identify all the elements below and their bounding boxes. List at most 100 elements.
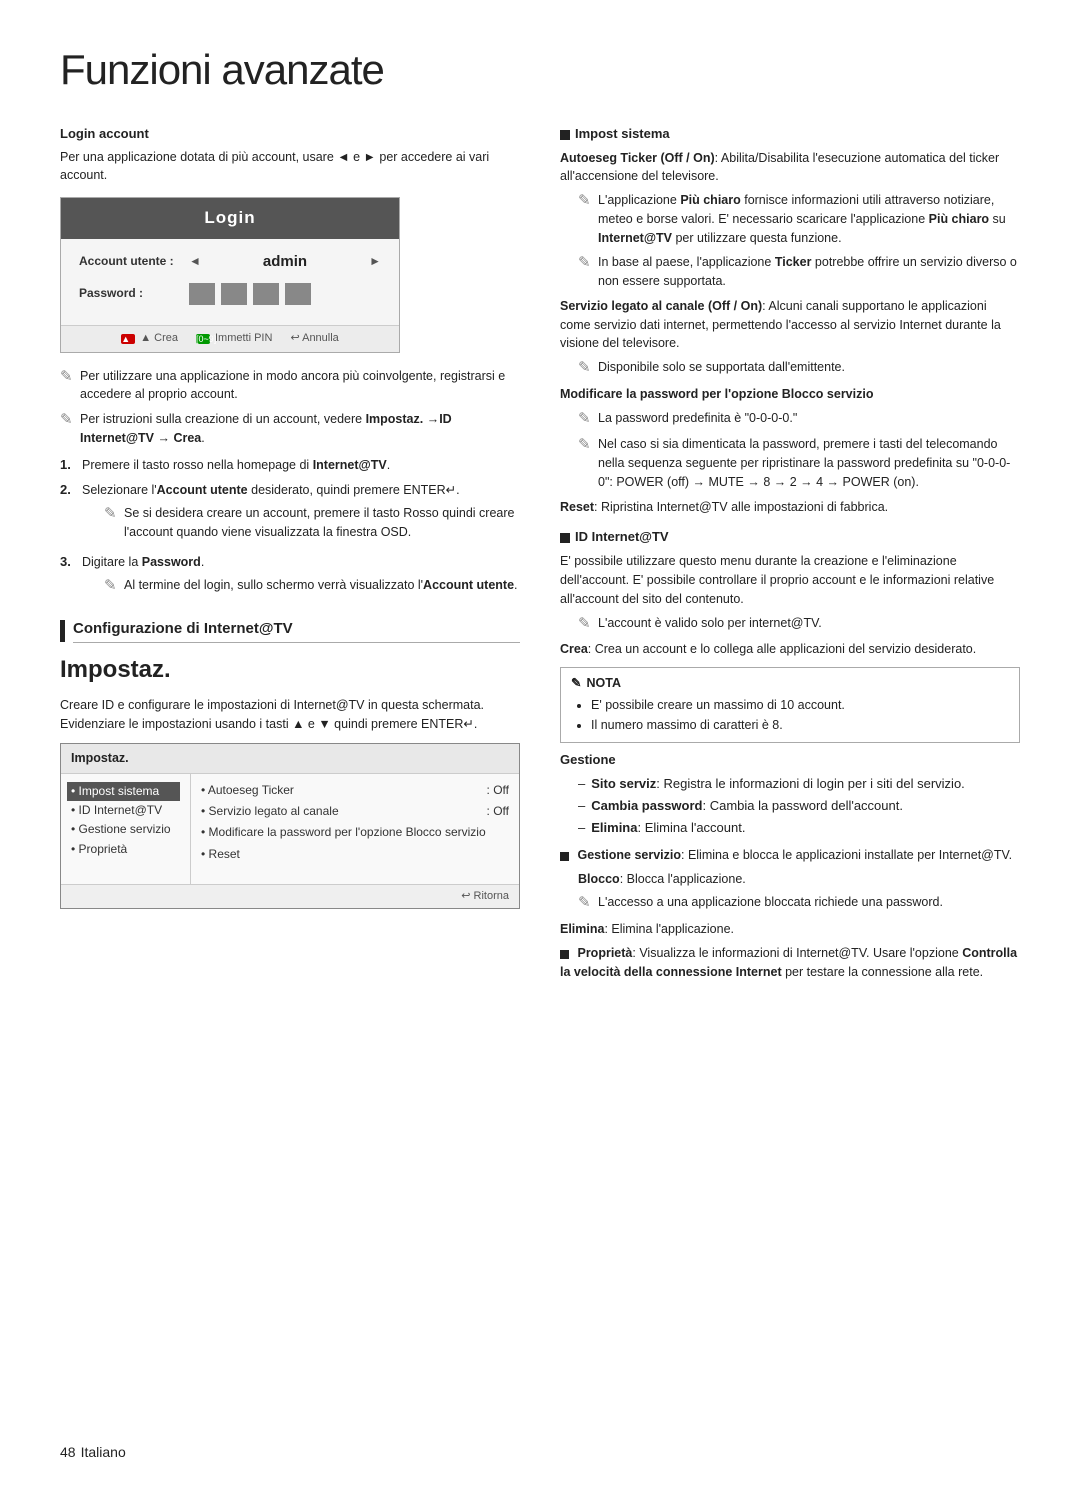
square-bullet-4: [560, 950, 569, 959]
nota-box: ✎ NOTA E' possibile creare un massimo di…: [560, 667, 1020, 743]
login-note-1-text: Per utilizzare una applicazione in modo …: [80, 367, 520, 405]
right-arrow-icon: ►: [369, 253, 381, 270]
nota-list: E' possibile creare un massimo di 10 acc…: [591, 696, 1009, 734]
nota-item-2: Il numero massimo di caratteri è 8.: [591, 716, 1009, 734]
impost-sistema-heading: Impost sistema: [560, 125, 1020, 144]
blocco-note-1: ✎ La password predefinita è "0-0-0-0.": [578, 409, 1020, 430]
blocco-app-note: ✎ L'accesso a una applicazione bloccata …: [578, 893, 1020, 914]
login-box: Login Account utente : ◄ admin ► Passwor…: [60, 197, 400, 352]
impostaz-menu-item-1[interactable]: • Impost sistema: [67, 782, 180, 801]
footer-create: ▲ ▲ Crea: [121, 331, 178, 347]
note-icon-8: ✎: [578, 408, 594, 430]
impostaz-right-item-1: • Autoeseg Ticker: Off: [201, 782, 509, 799]
id-internet-heading: ID Internet@TV: [560, 528, 1020, 547]
note-icon-4: ✎: [104, 575, 120, 597]
autoeseg-ticker-text: Autoeseg Ticker (Off / On): Abilita/Disa…: [560, 149, 1020, 187]
left-arrow-icon: ◄: [189, 253, 201, 270]
impostaz-box: Impostaz. • Impost sistema • ID Internet…: [60, 743, 520, 909]
login-account-row: Account utente : ◄ admin ►: [79, 251, 381, 273]
language-label: Italiano: [81, 1444, 126, 1460]
step-3-sub: ✎ Al termine del login, sullo schermo ve…: [104, 576, 518, 597]
login-account-heading: Login account: [60, 125, 520, 144]
square-bullet-3: [560, 852, 569, 861]
impostaz-menu-item-4[interactable]: • Proprietà: [71, 840, 180, 859]
step-3-content: Digitare la Password. ✎ Al termine del l…: [82, 553, 518, 601]
note-icon-2: ✎: [60, 409, 76, 431]
step-1-num: 1.: [60, 456, 76, 475]
footer-pin: [0~9] Immetti PIN: [196, 331, 272, 347]
impostaz-body: Creare ID e configurare le impostazioni …: [60, 696, 520, 734]
password-box-3: [253, 283, 279, 305]
step-2-num: 2.: [60, 481, 76, 500]
square-bullet-2: [560, 533, 570, 543]
note-icon-3: ✎: [104, 503, 120, 525]
servizio-note: ✎ Disponibile solo se supportata dall'em…: [578, 358, 1020, 379]
account-label: Account utente :: [79, 253, 189, 270]
impostaz-title: Impostaz.: [60, 653, 520, 688]
note-icon-5: ✎: [578, 190, 594, 212]
id-internet-body: E' possibile utilizzare questo menu dura…: [560, 552, 1020, 608]
step-2-sub: ✎ Se si desidera creare un account, prem…: [104, 504, 520, 542]
impostaz-menu: • Impost sistema • ID Internet@TV • Gest…: [61, 774, 191, 884]
login-password-row: Password :: [79, 283, 381, 305]
id-internet-section: ID Internet@TV E' possibile utilizzare q…: [560, 528, 1020, 981]
id-internet-note: ✎ L'account è valido solo per internet@T…: [578, 614, 1020, 635]
blocco-app-heading: Blocco: Blocca l'applicazione.: [560, 870, 1020, 889]
step-2: 2. Selezionare l'Account utente desidera…: [60, 481, 520, 545]
autoeseg-note-1: ✎ L'applicazione Più chiaro fornisce inf…: [578, 191, 1020, 247]
impostaz-box-body: • Impost sistema • ID Internet@TV • Gest…: [61, 774, 519, 884]
footer-cancel: ↩ Annulla: [290, 331, 338, 347]
steps-list: 1. Premere il tasto rosso nella homepage…: [60, 456, 520, 601]
gestione-item-1: – Sito serviz: Registra le informazioni …: [578, 775, 1020, 794]
password-box-4: [285, 283, 311, 305]
step-1: 1. Premere il tasto rosso nella homepage…: [60, 456, 520, 475]
configurazione-divider: Configurazione di Internet@TV: [60, 618, 520, 643]
blocco-heading: Modificare la password per l'opzione Blo…: [560, 385, 1020, 404]
password-boxes: [189, 283, 381, 305]
login-box-title: Login: [61, 198, 399, 239]
note-icon-9: ✎: [578, 434, 594, 456]
note-icon-6: ✎: [578, 252, 594, 274]
reset-text: Reset: Ripristina Internet@TV alle impos…: [560, 498, 1020, 517]
gestione-item-2: – Cambia password: Cambia la password de…: [578, 797, 1020, 816]
step-3-num: 3.: [60, 553, 76, 572]
impostaz-box-footer: ↩ Ritorna: [61, 884, 519, 909]
step-1-text: Premere il tasto rosso nella homepage di…: [82, 456, 390, 475]
divider-bar: [60, 620, 65, 642]
page-title: Funzioni avanzate: [60, 40, 1020, 101]
elimina-text: Elimina: Elimina l'applicazione.: [560, 920, 1020, 939]
note-icon-11: ✎: [578, 892, 594, 914]
login-box-footer: ▲ ▲ Crea [0~9] Immetti PIN ↩ Annulla: [61, 325, 399, 352]
proprieta-text: Proprietà: Visualizza le informazioni di…: [560, 944, 1020, 982]
login-box-body: Account utente : ◄ admin ► Password :: [61, 239, 399, 325]
crea-text: Crea: Crea un account e lo collega alle …: [560, 640, 1020, 659]
impostaz-menu-item-3[interactable]: • Gestione servizio: [71, 820, 180, 839]
nota-item-1: E' possibile creare un massimo di 10 acc…: [591, 696, 1009, 714]
left-column: Login account Per una applicazione dotat…: [60, 125, 520, 993]
password-box-2: [221, 283, 247, 305]
account-value: admin: [205, 251, 365, 273]
nota-title: ✎ NOTA: [571, 674, 1009, 692]
note-icon-7: ✎: [578, 357, 594, 379]
login-note-2: ✎ Per istruzioni sulla creazione di un a…: [60, 410, 520, 448]
step-3: 3. Digitare la Password. ✎ Al termine de…: [60, 553, 520, 601]
login-note-1: ✎ Per utilizzare una applicazione in mod…: [60, 367, 520, 405]
note-icon-1: ✎: [60, 366, 76, 388]
red-button-icon: ▲: [121, 334, 135, 344]
impost-sistema-section: Impost sistema Autoeseg Ticker (Off / On…: [560, 125, 1020, 517]
impostaz-menu-item-2[interactable]: • ID Internet@TV: [71, 801, 180, 820]
note-icon-10: ✎: [578, 613, 594, 635]
login-account-body: Per una applicazione dotata di più accou…: [60, 148, 520, 186]
impostaz-box-title: Impostaz.: [61, 744, 519, 773]
blocco-note-2: ✎ Nel caso si sia dimenticata la passwor…: [578, 435, 1020, 491]
password-label: Password :: [79, 285, 189, 302]
impostaz-right-item-4: • Reset: [201, 846, 509, 863]
impostaz-right: • Autoeseg Ticker: Off • Servizio legato…: [191, 774, 519, 884]
gestione-item-3: – Elimina: Elimina l'account.: [578, 819, 1020, 838]
password-box-1: [189, 283, 215, 305]
step-2-content: Selezionare l'Account utente desiderato,…: [82, 481, 520, 545]
square-bullet-1: [560, 130, 570, 140]
login-note-2-text: Per istruzioni sulla creazione di un acc…: [80, 410, 520, 448]
green-button-icon: [0~9]: [196, 334, 210, 344]
impostaz-right-item-3: • Modificare la password per l'opzione B…: [201, 824, 509, 841]
